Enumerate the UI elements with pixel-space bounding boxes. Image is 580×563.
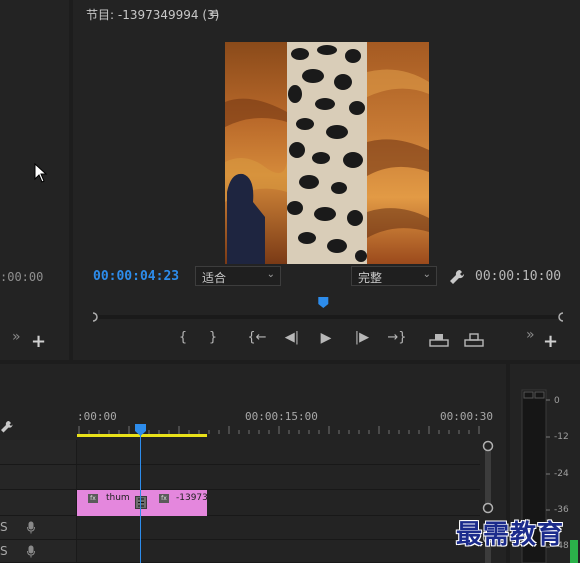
step-back-button[interactable]: ◀| — [283, 330, 301, 350]
transport-controls: { } {← ◀| ▶ |▶ →} » + — [73, 328, 580, 352]
scrub-playhead[interactable] — [318, 297, 329, 308]
scrub-end-handle — [558, 312, 563, 322]
clip-name-secondary: -13973 — [176, 493, 208, 503]
track-header[interactable]: S — [0, 516, 77, 539]
microphone-icon[interactable] — [27, 521, 35, 534]
program-video-frame — [225, 42, 429, 264]
track-header[interactable] — [0, 465, 77, 489]
lift-icon[interactable] — [429, 332, 449, 348]
step-forward-button[interactable]: |▶ — [353, 330, 371, 350]
sequence-duration: 00:00:10:00 — [475, 269, 562, 284]
timeline-panel: :00:00 00:00:15:00 00:00:30 S S — [0, 364, 506, 563]
program-monitor-title[interactable]: 节目: -1397349994 (3) — [86, 6, 219, 23]
meter-tick-label: 0 — [554, 396, 560, 406]
track-label: S — [0, 544, 8, 558]
ruler-label-30s: 00:00:30 — [440, 410, 493, 423]
track-row-v2 — [0, 465, 480, 490]
program-monitor-panel: 节目: -1397349994 (3) ≡ 00:00:04:23 适合 ⌄ 完… — [73, 0, 580, 360]
play-button[interactable]: ▶ — [318, 330, 334, 350]
zoom-level-value: 适合 — [202, 271, 227, 285]
go-to-out-button[interactable]: →} — [387, 330, 407, 350]
chevron-down-icon: ⌄ — [266, 269, 275, 280]
meter-level-right — [570, 540, 578, 563]
mouse-cursor-icon — [34, 163, 48, 183]
playhead-timecode[interactable]: 00:00:04:23 — [93, 269, 179, 284]
ruler-label-15s: 00:00:15:00 — [245, 410, 318, 423]
program-scrub-bar[interactable] — [93, 295, 563, 325]
scrub-start-handle — [93, 312, 98, 322]
ruler-label-start: :00:00 — [77, 410, 117, 423]
wrench-icon[interactable] — [448, 268, 466, 286]
track-row-a1: S — [0, 516, 480, 540]
source-timecode: :00:00 — [0, 270, 44, 284]
transport-overflow-icon[interactable]: » — [526, 328, 535, 342]
track-row-v3 — [0, 440, 480, 465]
go-to-in-button[interactable]: {← — [247, 330, 267, 350]
panel-menu-icon[interactable]: ≡ — [209, 6, 219, 20]
left-panel-add-button[interactable]: + — [31, 333, 46, 351]
trim-edit-icon[interactable] — [135, 496, 147, 509]
clip-name: thum — [106, 493, 130, 503]
timeline-settings-wrench-icon[interactable] — [0, 420, 14, 434]
track-row-a2: S — [0, 540, 480, 563]
timeline-playhead-handle[interactable] — [135, 424, 146, 436]
track-header[interactable] — [0, 440, 77, 464]
scrub-track — [93, 315, 563, 319]
zoom-level-select[interactable]: 适合 ⌄ — [195, 266, 281, 286]
button-editor-add-button[interactable]: + — [543, 333, 558, 351]
track-label: S — [0, 520, 8, 534]
timeline-clip[interactable]: fx thum fx -13973 — [77, 490, 208, 516]
fx-badge: fx — [159, 494, 169, 503]
watermark-logo: 最需教育 — [456, 520, 565, 550]
microphone-icon[interactable] — [27, 545, 35, 558]
extract-icon[interactable] — [464, 332, 484, 348]
meter-tick-label: -12 — [554, 432, 569, 442]
left-panel-overflow-icon[interactable]: » — [12, 330, 21, 344]
chevron-down-icon: ⌄ — [422, 269, 431, 280]
timeline-time-ruler[interactable]: :00:00 00:00:15:00 00:00:30 — [77, 404, 493, 442]
track-row-v1 — [0, 490, 480, 516]
playback-resolution-value: 完整 — [358, 271, 383, 285]
track-header[interactable] — [0, 490, 77, 515]
timeline-playhead-line — [140, 424, 141, 563]
fx-badge: fx — [88, 494, 98, 503]
mark-in-button[interactable]: { — [177, 330, 189, 350]
track-header[interactable]: S — [0, 540, 77, 562]
mark-out-button[interactable]: } — [207, 330, 219, 350]
meter-tick-label: -24 — [554, 469, 569, 479]
playback-resolution-select[interactable]: 完整 ⌄ — [351, 266, 437, 286]
